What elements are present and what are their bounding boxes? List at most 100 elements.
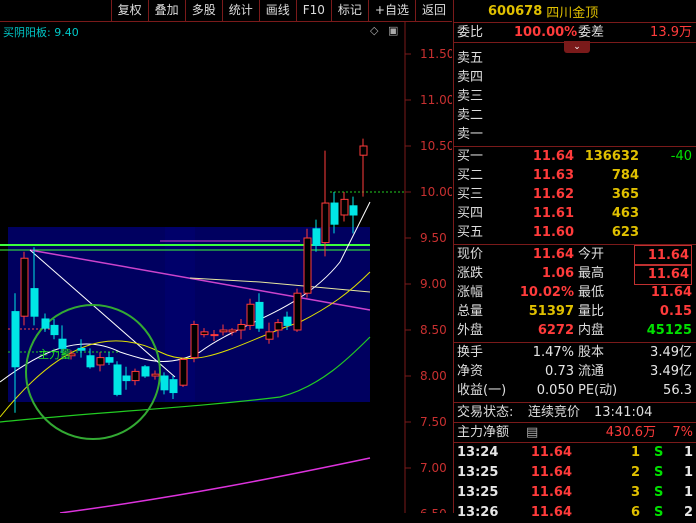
price-label: 9.00	[420, 277, 447, 291]
stat2-row: 换手 1.47% 股本 3.49亿	[454, 343, 696, 362]
toolbar-stats-button[interactable]: 统计	[221, 0, 259, 21]
stat-value-2: 11.64	[634, 264, 692, 285]
chart-toolbar: 复权 叠加 多股 统计 画线 F10 标记 +自选 返回	[0, 0, 452, 22]
window-icon[interactable]: ▣	[388, 24, 398, 37]
stat2-value-2: 56.3	[663, 383, 692, 398]
stat2-value-2: 3.49亿	[650, 364, 692, 379]
trade-count: 1	[683, 465, 693, 480]
stat-label-2: 最高	[578, 266, 605, 281]
toolbar-f10-button[interactable]: F10	[295, 0, 331, 21]
stat-value: 11.64	[532, 247, 574, 262]
stat-value: 1.06	[541, 266, 574, 281]
ask-label: 卖四	[457, 70, 484, 85]
bid-label: 买三	[457, 187, 484, 202]
trade-time: 13:26	[457, 505, 499, 520]
bid-volume: 136632	[584, 149, 639, 164]
kline-svg[interactable]: 11.50 11.00 10.50 10.00 9.50 9.00 8.50 8.00 7.50…	[0, 22, 452, 513]
toolbar-fuquan-button[interactable]: 复权	[110, 0, 148, 21]
price-label: 7.50	[420, 415, 447, 429]
stat2-label-2: 股本	[578, 345, 605, 360]
indicator-name: 买阴阳板	[3, 26, 47, 39]
stat-label-2: 内盘	[578, 323, 605, 338]
stat2-label: 收益(一)	[457, 383, 507, 398]
stat-label-2: 今开	[578, 247, 605, 262]
candle-body	[105, 357, 114, 363]
candle-body	[265, 331, 274, 340]
trade-side: S	[654, 485, 664, 500]
price-label: 11.50	[420, 47, 452, 61]
bid-price: 11.61	[532, 206, 574, 221]
trade-count: 2	[683, 505, 693, 520]
candle-body	[151, 373, 160, 377]
bid-row: 买三 11.62 365	[454, 185, 696, 204]
candle-body	[96, 357, 105, 366]
price-label: 8.00	[420, 369, 447, 383]
candle-body	[246, 303, 255, 326]
stat2-value-2: 3.49亿	[650, 345, 692, 360]
stat-label-2: 量比	[578, 304, 605, 319]
stat-value-2: 11.64	[634, 245, 692, 266]
stat-label: 涨幅	[457, 285, 484, 300]
indicator-value: 9.40	[54, 26, 79, 39]
annotation-label: 主力蓄	[38, 348, 71, 361]
weibi-label: 委比	[457, 25, 484, 40]
quote-panel: 600678 四川金顶 委比 100.00% 委差 13.9万 ⌄ 卖五 卖四 卖三…	[453, 0, 696, 520]
list-icon[interactable]: ▤	[526, 423, 538, 442]
stat-value: 51397	[528, 304, 574, 319]
bid-label: 买一	[457, 149, 484, 164]
diamond-icon[interactable]: ◇	[370, 24, 378, 37]
price-axis-labels: 11.50 11.00 10.50 10.00 9.50 9.00 8.50 8.00 7.50…	[420, 47, 452, 513]
ask-row: 卖三	[454, 87, 696, 106]
price-label: 10.50	[420, 139, 452, 153]
kline-chart[interactable]: 11.50 11.00 10.50 10.00 9.50 9.00 8.50 8.00 7.50…	[0, 22, 452, 513]
candle-body	[340, 198, 349, 216]
bid-volume: 365	[611, 187, 639, 202]
price-label: 6.50	[420, 507, 447, 513]
toolbar-overlay-button[interactable]: 叠加	[147, 0, 185, 21]
trade-price: 11.64	[530, 485, 572, 500]
stat2-label: 净资	[457, 364, 484, 379]
candle-body	[30, 288, 39, 317]
bid-label: 买二	[457, 168, 484, 183]
candle-body	[179, 358, 188, 386]
trade-time: 13:25	[457, 465, 499, 480]
trade-price: 11.64	[530, 505, 572, 520]
trade-price: 11.64	[530, 465, 572, 480]
trade-count: 1	[683, 485, 693, 500]
stat2-row: 净资 0.73 流通 3.49亿	[454, 362, 696, 381]
candle-body	[160, 375, 169, 391]
bid-volume: 784	[611, 168, 639, 183]
stat-label: 外盘	[457, 323, 484, 338]
stat-value: 10.02%	[519, 285, 574, 300]
bid-label: 买四	[457, 206, 484, 221]
candle-body	[41, 318, 50, 329]
toolbar-mark-button[interactable]: 标记	[330, 0, 368, 21]
stat2-value: 1.47%	[532, 345, 574, 360]
trade-side: S	[654, 505, 664, 520]
candle-body	[11, 311, 20, 368]
stat-label-2: 最低	[578, 285, 605, 300]
bid-price: 11.64	[532, 149, 574, 164]
candle-body	[303, 237, 312, 294]
price-label: 10.00	[420, 185, 452, 199]
toolbar-draw-button[interactable]: 画线	[258, 0, 296, 21]
toolbar-multistock-button[interactable]: 多股	[184, 0, 222, 21]
toolbar-back-button[interactable]: 返回	[414, 0, 452, 21]
candle-body	[321, 202, 330, 244]
bid-list: 买一 11.64 136632 -40 买二 11.63 784 买三 11.62 365 买四 11…	[454, 147, 696, 242]
ask-row: 卖五	[454, 49, 696, 68]
ask-row: 卖二	[454, 106, 696, 125]
trade-row: 13:24 11.64 1 S 1	[454, 443, 696, 463]
bid-row: 买二 11.63 784	[454, 166, 696, 185]
status-label: 交易状态:	[457, 405, 514, 420]
status-row: 交易状态: 连续竞价 13:41:04	[454, 403, 696, 423]
toolbar-add-watchlist-button[interactable]: +自选	[367, 0, 415, 21]
trade-volume: 6	[630, 505, 640, 520]
candle-body	[210, 334, 219, 337]
stat2-row: 收益(一) 0.050 PE(动) 56.3	[454, 381, 696, 400]
indicator-label: 买阴阳板: 9.40	[3, 26, 79, 39]
netflow-label: 主力净额	[457, 425, 510, 440]
candle-body	[169, 379, 178, 394]
trade-count: 1	[683, 445, 693, 460]
stat-row: 涨跌 1.06 最高 11.64	[454, 264, 696, 285]
